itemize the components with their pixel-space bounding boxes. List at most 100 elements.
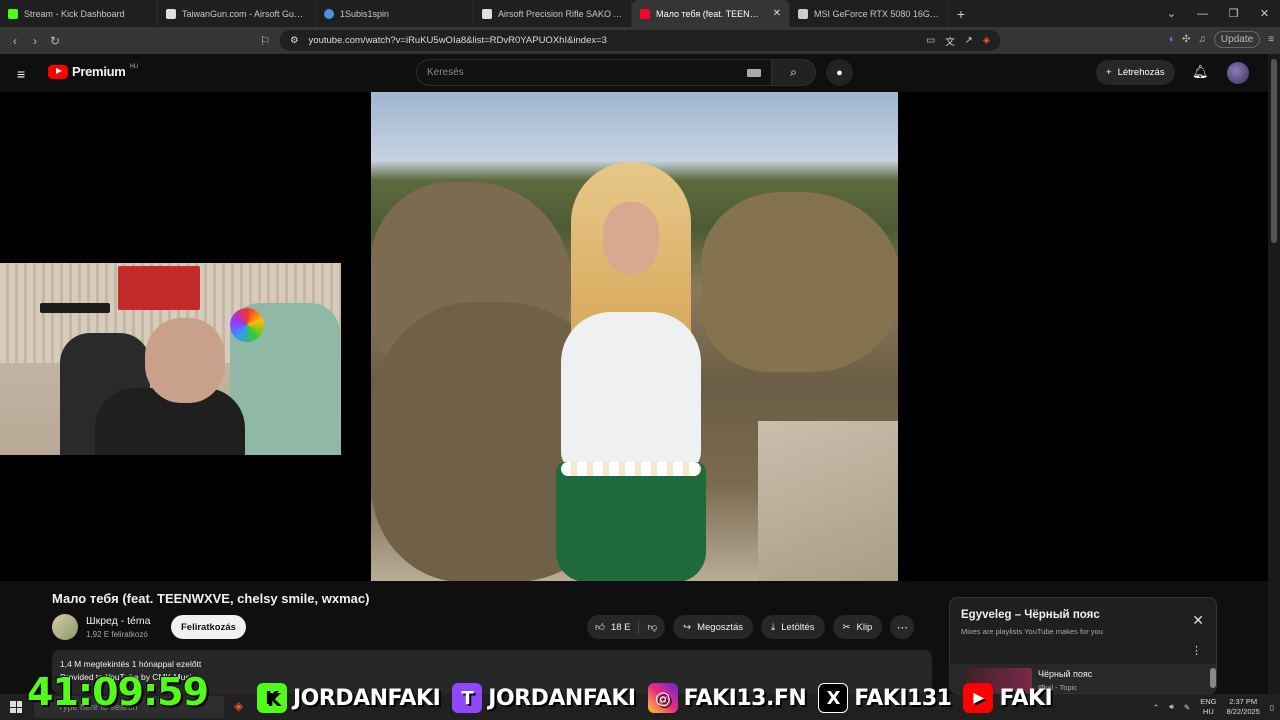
extensions-area: ◖ ✣ ♫ Update ≡ bbox=[1168, 31, 1274, 48]
search-input[interactable]: Keresés bbox=[416, 59, 772, 86]
browser-toolbar: ‹ › ↻ ⚐ ⚙ youtube.com/watch?v=iRuKU5wOIa… bbox=[0, 27, 1280, 54]
tab-airsoft-rifle[interactable]: Airsoft Precision Rifle SAKO ASG TR bbox=[474, 0, 632, 27]
voice-search-button[interactable]: ● bbox=[826, 59, 853, 86]
volume-icon[interactable]: 🔊︎ bbox=[1169, 702, 1174, 712]
bookmark-icon[interactable]: ⚐ bbox=[255, 34, 275, 48]
cast-icon[interactable]: ▭ bbox=[926, 35, 935, 46]
twitch-logo-icon: T bbox=[452, 683, 483, 713]
tab-label: MSI GeForce RTX 5080 16G VENTUS bbox=[814, 8, 939, 19]
social-kick: K JORDANFAKI bbox=[257, 683, 441, 713]
subscribe-button[interactable]: Feliratkozás bbox=[171, 615, 246, 639]
torso-shape bbox=[561, 312, 701, 472]
x-handle: FAKI131 bbox=[854, 685, 952, 711]
social-twitch: T JORDANFAKI bbox=[452, 683, 636, 713]
keyboard-icon[interactable] bbox=[747, 68, 761, 77]
instagram-handle: FAKI13.FN bbox=[683, 685, 807, 711]
thumbs-up-icon: 👍︎ bbox=[595, 622, 605, 633]
reload-icon[interactable]: ↻ bbox=[45, 34, 65, 48]
youtube-favicon-icon bbox=[640, 8, 650, 19]
windows-start-icon[interactable] bbox=[10, 701, 22, 713]
hamburger-menu-icon[interactable]: ≡ bbox=[17, 66, 25, 82]
tab-taiwangun[interactable]: TaiwanGun.com - Airsoft Gun (Soft bbox=[158, 0, 316, 27]
channel-name[interactable]: Шкред - téma bbox=[86, 615, 150, 627]
puzzle-extension-icon[interactable]: ✣ bbox=[1182, 34, 1190, 45]
tab-kick-dashboard[interactable]: Stream - Kick Dashboard bbox=[0, 0, 158, 27]
menu-icon[interactable]: ≡ bbox=[1268, 34, 1274, 45]
clock[interactable]: 2:37 PM 8/22/2025 bbox=[1226, 697, 1259, 717]
tab-close-icon[interactable]: ✕ bbox=[773, 8, 781, 19]
create-button[interactable]: + Létrehozás bbox=[1096, 60, 1175, 85]
video-actions: 👍︎ 18 E 👎︎ ↪ Megosztás ⤓ Letöltés ✂ Klip… bbox=[587, 615, 915, 639]
more-actions-button[interactable]: ⋯ bbox=[890, 615, 915, 639]
social-x: X FAKI131 bbox=[818, 683, 952, 713]
x-logo-icon: X bbox=[818, 683, 849, 713]
mix-title: Egyveleg – Чёрный пояс bbox=[961, 609, 1100, 621]
tab-label: 1Subis1spin bbox=[340, 8, 390, 19]
site-info-icon[interactable]: ⚙ bbox=[290, 35, 299, 46]
restore-button[interactable]: ❐ bbox=[1218, 7, 1249, 20]
tab-msi-gpu[interactable]: MSI GeForce RTX 5080 16G VENTUS bbox=[790, 0, 948, 27]
notifications-bell-icon[interactable]: 🔔︎ bbox=[1192, 64, 1209, 80]
music-icon[interactable]: ♫ bbox=[1198, 34, 1206, 45]
close-window-button[interactable]: ✕ bbox=[1249, 7, 1280, 20]
flower-belt bbox=[561, 462, 701, 476]
download-button[interactable]: ⤓ Letöltés bbox=[761, 615, 825, 639]
stream-timer: 41:09:59 bbox=[27, 670, 209, 714]
tray-chevron-icon[interactable]: ⌃ bbox=[1153, 703, 1159, 712]
channel-avatar[interactable] bbox=[52, 614, 78, 640]
wall-rifle bbox=[40, 303, 110, 313]
playlist-scrollbar[interactable] bbox=[1210, 668, 1216, 688]
translate-icon[interactable]: 文 bbox=[945, 34, 955, 48]
scissors-icon: ✂ bbox=[842, 621, 851, 633]
share-arrow-icon: ↪ bbox=[683, 621, 692, 633]
clip-button[interactable]: ✂ Klip bbox=[832, 615, 883, 639]
account-avatar[interactable] bbox=[1227, 62, 1249, 84]
notification-center-icon[interactable]: ▯ bbox=[1270, 703, 1274, 712]
tab-label: Мало тебя (feat. TEENWXVE bbox=[656, 8, 767, 19]
back-icon[interactable]: ‹ bbox=[5, 34, 25, 48]
language-indicator[interactable]: ENG HU bbox=[1200, 697, 1216, 717]
youtube-header: ≡ Premium HU Keresés ⌕ ● + Létrehozás 🔔︎ bbox=[0, 54, 1268, 92]
dislike-button[interactable]: 👎︎ bbox=[639, 615, 665, 639]
window-controls: ⌄ — ❐ ✕ bbox=[1156, 0, 1280, 27]
clip-label: Klip bbox=[856, 621, 873, 633]
like-count: 18 E bbox=[610, 621, 631, 633]
brave-taskbar-icon[interactable]: ◈ bbox=[234, 699, 243, 713]
wall-sign bbox=[118, 266, 200, 310]
share-button[interactable]: ↪ Megosztás bbox=[673, 615, 754, 639]
page-scrollbar[interactable] bbox=[1268, 54, 1280, 694]
share-icon[interactable]: ↗ bbox=[965, 35, 973, 46]
tab-youtube-active[interactable]: Мало тебя (feat. TEENWXVE ✕ bbox=[632, 0, 790, 27]
search-placeholder: Keresés bbox=[427, 67, 464, 78]
download-label: Letöltés bbox=[781, 621, 815, 633]
twitch-handle: JORDANFAKI bbox=[488, 685, 636, 711]
like-button[interactable]: 👍︎ 18 E bbox=[587, 615, 638, 639]
audio-extension-icon[interactable]: ◖ bbox=[1168, 34, 1174, 45]
more-vertical-icon[interactable]: ⋮ bbox=[1191, 644, 1202, 657]
search-button[interactable]: ⌕ bbox=[772, 59, 816, 86]
youtube-play-icon bbox=[48, 64, 68, 79]
tab-search-chevron-icon[interactable]: ⌄ bbox=[1156, 7, 1187, 20]
tab-label: Stream - Kick Dashboard bbox=[24, 8, 125, 19]
video-frame-image[interactable] bbox=[371, 92, 898, 581]
tab-label: Airsoft Precision Rifle SAKO ASG TR bbox=[498, 8, 623, 19]
brave-shield-icon[interactable]: ◈ bbox=[983, 35, 990, 46]
youtube-premium-logo[interactable]: Premium HU bbox=[48, 64, 138, 79]
scrollbar-thumb[interactable] bbox=[1271, 59, 1277, 243]
new-tab-button[interactable]: + bbox=[948, 0, 974, 27]
logo-text: Premium bbox=[72, 64, 126, 79]
forward-icon[interactable]: › bbox=[25, 34, 45, 48]
social-handles: K JORDANFAKI T JORDANFAKI ◎ FAKI13.FN X … bbox=[257, 680, 1053, 716]
update-button[interactable]: Update bbox=[1213, 31, 1261, 48]
tab-1subis1spin[interactable]: 1Subis1spin bbox=[316, 0, 474, 27]
more-horizontal-icon: ⋯ bbox=[896, 621, 908, 634]
minimize-button[interactable]: — bbox=[1187, 8, 1218, 20]
playlist-song-title: Чёрный пояс bbox=[1038, 669, 1093, 679]
plus-icon: + bbox=[1106, 67, 1112, 78]
address-bar[interactable]: ⚙ youtube.com/watch?v=iRuKU5wOIa8&list=R… bbox=[280, 30, 1000, 51]
logo-region: HU bbox=[129, 63, 139, 70]
pen-icon[interactable]: ✎ bbox=[1184, 703, 1190, 712]
kick-favicon-icon bbox=[8, 8, 18, 19]
close-icon[interactable]: ✕ bbox=[1192, 612, 1204, 629]
kick-logo-icon: K bbox=[257, 683, 287, 713]
